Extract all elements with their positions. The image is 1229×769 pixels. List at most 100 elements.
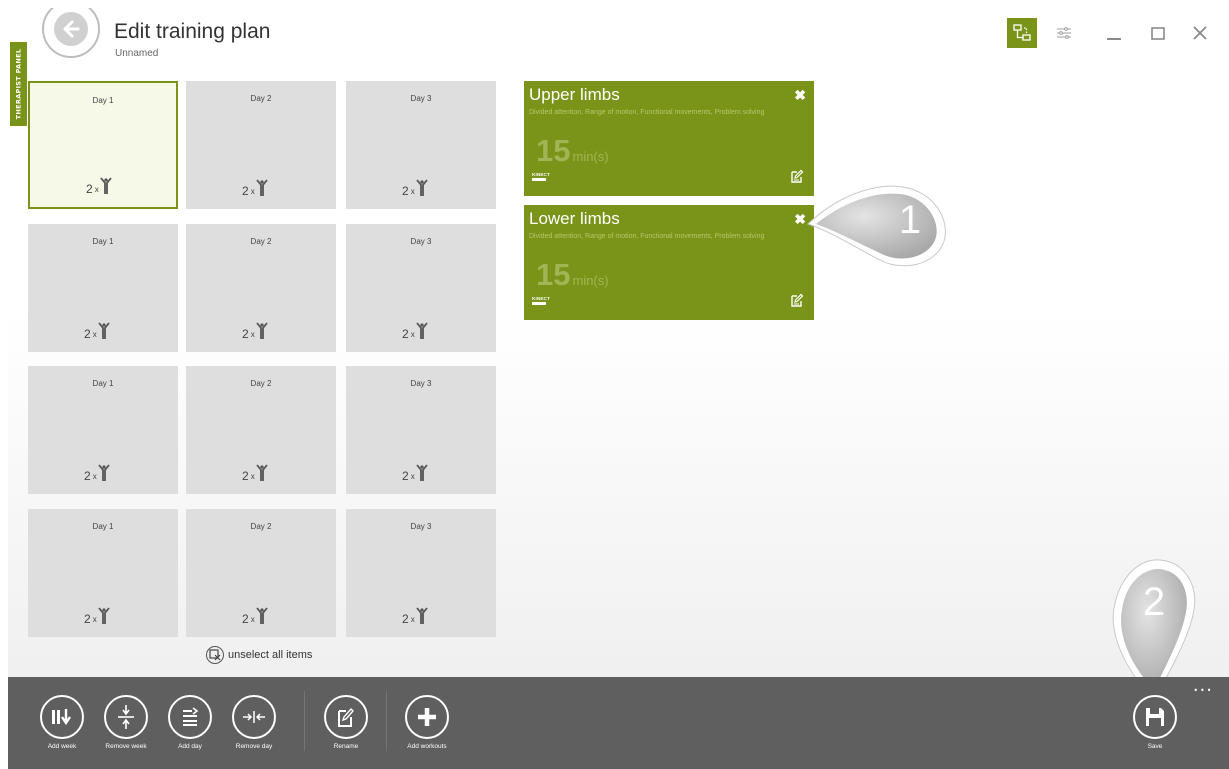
workout-count-value: 2: [84, 469, 91, 483]
callout-1: 1: [804, 180, 954, 274]
add-week-button[interactable]: Add week: [32, 695, 92, 750]
day-tile[interactable]: Day 3 2x: [346, 224, 496, 352]
workout-card-lower-limbs[interactable]: Lower limbs Divided attention, Range of …: [524, 205, 814, 320]
close-window-button[interactable]: [1185, 18, 1215, 48]
day-label: Day 2: [250, 522, 272, 531]
remove-day-label: Remove day: [235, 743, 273, 750]
workout-count: 2x: [86, 177, 112, 195]
exercise-person-icon: [255, 179, 268, 196]
more-options-button[interactable]: ...: [1193, 677, 1213, 695]
exercise-person-icon: [415, 322, 428, 339]
remove-week-icon: [104, 695, 148, 739]
remove-day-button[interactable]: Remove day: [224, 695, 284, 750]
day-tile[interactable]: Day 3 2x: [346, 81, 496, 209]
minimize-button[interactable]: [1099, 18, 1129, 48]
therapist-panel-tab[interactable]: THERAPIST PANEL: [10, 42, 27, 126]
save-button[interactable]: Save: [1125, 695, 1185, 750]
workout-count-value: 2: [242, 327, 249, 341]
minimize-icon: [1107, 38, 1121, 40]
save-icon: [1133, 695, 1177, 739]
day-tile[interactable]: Day 1 2x: [28, 509, 178, 637]
workout-count: 2x: [402, 464, 428, 482]
workout-duration: 15 min(s): [536, 257, 609, 293]
workout-card-upper-limbs[interactable]: Upper limbs Divided attention, Range of …: [524, 81, 814, 196]
day-tile[interactable]: Day 2 2x: [186, 81, 336, 209]
workout-description: Divided attention, Range of motion, Func…: [529, 109, 765, 116]
add-week-icon: [40, 695, 84, 739]
day-tile[interactable]: Day 2 2x: [186, 224, 336, 352]
workout-count-value: 2: [84, 327, 91, 341]
edit-workout-icon[interactable]: [790, 293, 804, 312]
day-tile[interactable]: Day 1 2x: [28, 224, 178, 352]
add-day-label: Add day: [178, 743, 202, 750]
exercise-person-icon: [415, 179, 428, 196]
day-label: Day 1: [92, 522, 114, 531]
network-icon: [1013, 24, 1031, 41]
day-label: Day 3: [410, 94, 432, 103]
back-button[interactable]: [42, 8, 100, 58]
day-label: Day 3: [410, 237, 432, 246]
workout-count: 2x: [84, 322, 110, 340]
day-tile[interactable]: Day 1 2x: [28, 81, 178, 209]
day-tile[interactable]: Day 3 2x: [346, 366, 496, 494]
rename-button[interactable]: Rename: [316, 695, 376, 750]
remove-workout-button[interactable]: ✖: [794, 87, 806, 104]
remove-week-button[interactable]: Remove week: [96, 695, 156, 750]
add-day-button[interactable]: Add day: [160, 695, 220, 750]
day-tile[interactable]: Day 2 2x: [186, 366, 336, 494]
therapist-panel-label: THERAPIST PANEL: [14, 48, 23, 120]
workout-count: 2x: [242, 607, 268, 625]
workout-count-value: 2: [242, 469, 249, 483]
workout-duration: 15 min(s): [536, 133, 609, 169]
add-week-label: Add week: [47, 743, 77, 750]
workout-count: 2x: [402, 607, 428, 625]
duration-unit: min(s): [572, 273, 609, 288]
settings-button[interactable]: [1049, 18, 1079, 48]
back-arrow-icon: [54, 12, 88, 46]
duration-unit: min(s): [572, 149, 609, 164]
page-title: Edit training plan: [114, 20, 271, 43]
remove-day-icon: [232, 695, 276, 739]
unselect-all-label: unselect all items: [228, 649, 313, 661]
day-label: Day 3: [410, 379, 432, 388]
times-symbol: x: [92, 472, 97, 481]
day-tile[interactable]: Day 1 2x: [28, 366, 178, 494]
workout-count-value: 2: [402, 469, 409, 483]
workout-count: 2x: [402, 322, 428, 340]
exercise-person-icon: [255, 607, 268, 624]
workout-count-value: 2: [402, 327, 409, 341]
workout-count-value: 2: [86, 182, 93, 196]
plan-name: Unnamed: [115, 48, 159, 59]
times-symbol: x: [250, 330, 255, 339]
exercise-person-icon: [255, 322, 268, 339]
maximize-button[interactable]: [1143, 18, 1173, 48]
workout-count: 2x: [84, 464, 110, 482]
workout-count-value: 2: [402, 612, 409, 626]
times-symbol: x: [410, 187, 415, 196]
day-label: Day 2: [250, 94, 272, 103]
display-mode-button[interactable]: [1007, 18, 1037, 48]
workout-count-value: 2: [84, 612, 91, 626]
times-symbol: x: [92, 330, 97, 339]
workout-count: 2x: [402, 179, 428, 197]
callout-number: 1: [898, 198, 922, 242]
day-label: Day 1: [92, 237, 114, 246]
day-tile[interactable]: Day 3 2x: [346, 509, 496, 637]
duration-value: 15: [536, 257, 571, 292]
workout-count: 2x: [242, 179, 268, 197]
sliders-icon: [1057, 27, 1071, 39]
close-icon: [1193, 26, 1207, 40]
edit-workout-icon[interactable]: [790, 169, 804, 188]
workout-count: 2x: [242, 322, 268, 340]
workout-count-value: 2: [242, 612, 249, 626]
maximize-icon: [1151, 27, 1165, 40]
day-label: Day 1: [92, 379, 114, 388]
workout-name: Lower limbs: [529, 209, 620, 228]
unselect-all-button[interactable]: unselect all items: [206, 646, 312, 664]
workout-count-value: 2: [402, 184, 409, 198]
remove-week-label: Remove week: [105, 743, 147, 750]
day-tile[interactable]: Day 2 2x: [186, 509, 336, 637]
day-label: Day 2: [250, 379, 272, 388]
app-bar: Add week Remove week Add day Remove day …: [8, 677, 1229, 769]
add-workouts-button[interactable]: Add workouts: [397, 695, 457, 750]
